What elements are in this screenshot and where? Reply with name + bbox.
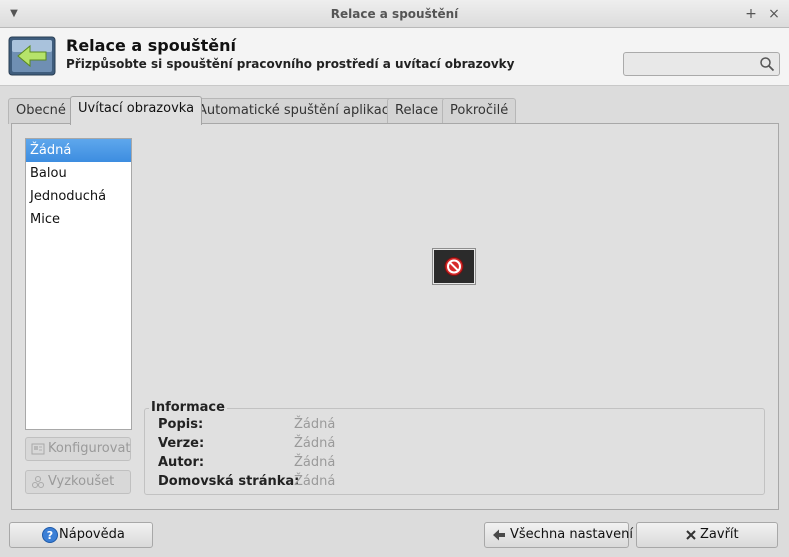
splash-list[interactable]: Žádná Balou Jednoduchá Mice xyxy=(25,138,132,430)
dialog-header: Relace a spouštění Přizpůsobte si spoušt… xyxy=(0,28,789,86)
close-icon xyxy=(686,530,696,540)
all-settings-button[interactable]: Všechna nastavení xyxy=(484,522,633,548)
window-titlebar: ▼ Relace a spouštění + × xyxy=(0,0,789,28)
list-item[interactable]: Jednoduchá xyxy=(26,185,131,208)
info-label: Domovská stránka: xyxy=(158,474,300,489)
info-legend: Informace xyxy=(149,400,227,415)
help-icon: ? xyxy=(42,527,58,543)
session-arrow-icon xyxy=(8,36,56,76)
close-button[interactable]: Zavřít xyxy=(636,522,778,548)
test-label: Vyzkoušet xyxy=(48,474,115,489)
tab-autostart[interactable]: Automatické spuštění aplikace xyxy=(190,98,405,124)
info-value: Žádná xyxy=(294,417,336,432)
tab-splash-screen[interactable]: Uvítací obrazovka xyxy=(70,96,203,125)
properties-icon xyxy=(31,443,45,455)
info-label: Popis: xyxy=(158,417,204,432)
tab-session[interactable]: Relace xyxy=(387,98,447,124)
all-settings-label: Všechna nastavení xyxy=(510,527,633,542)
info-value: Žádná xyxy=(294,455,336,470)
configure-label: Konfigurovat xyxy=(48,441,131,456)
splash-panel: Žádná Balou Jednoduchá Mice Konfigurovat… xyxy=(11,123,779,510)
test-button[interactable]: Vyzkoušet xyxy=(25,470,131,494)
list-item[interactable]: Balou xyxy=(26,162,131,185)
maximize-button[interactable]: + xyxy=(743,6,759,22)
tab-general[interactable]: Obecné xyxy=(8,98,74,124)
help-button[interactable]: ? Nápověda xyxy=(9,522,153,548)
back-arrow-icon xyxy=(493,529,505,541)
info-value: Žádná xyxy=(294,474,336,489)
close-label: Zavřít xyxy=(700,527,739,542)
help-label: Nápověda xyxy=(59,527,125,542)
info-label: Autor: xyxy=(158,455,205,470)
search-icon[interactable] xyxy=(759,56,775,72)
svg-text:?: ? xyxy=(47,529,53,542)
list-item[interactable]: Žádná xyxy=(26,139,131,162)
list-item[interactable]: Mice xyxy=(26,208,131,231)
configure-button[interactable]: Konfigurovat xyxy=(25,437,131,461)
page-subtitle: Přizpůsobte si spouštění pracovního pros… xyxy=(66,57,515,71)
page-title: Relace a spouštění xyxy=(66,36,236,55)
window-title: Relace a spouštění xyxy=(330,7,459,21)
info-value: Žádná xyxy=(294,436,336,451)
test-icon xyxy=(32,476,44,488)
info-group: Informace Popis: Žádná Verze: Žádná Auto… xyxy=(144,400,765,495)
search-input[interactable] xyxy=(623,52,780,76)
no-preview-icon xyxy=(432,248,476,285)
info-label: Verze: xyxy=(158,436,205,451)
close-window-button[interactable]: × xyxy=(766,6,782,22)
tab-advanced[interactable]: Pokročilé xyxy=(442,98,517,124)
